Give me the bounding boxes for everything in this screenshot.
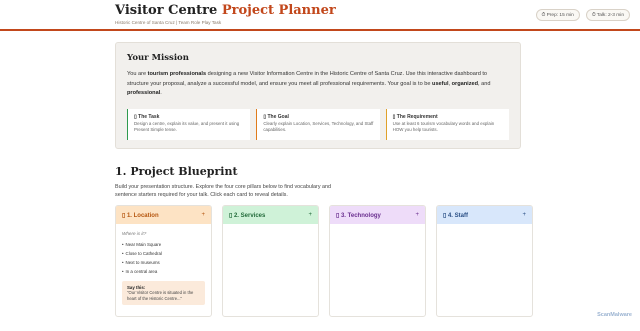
- list-item: Next to museums: [122, 258, 205, 267]
- list-item: Near Main Square: [122, 240, 205, 249]
- list-item: Close to Cathedral: [122, 249, 205, 258]
- mission-heading: Your Mission: [127, 53, 189, 63]
- expand-icon[interactable]: +: [415, 212, 419, 218]
- pillar-location-body: Where is it? Near Main Square Close to C…: [116, 224, 211, 312]
- say-this-box: Say this: "Our Visitor Centre is situate…: [122, 281, 205, 306]
- expand-icon[interactable]: +: [522, 212, 526, 218]
- pillar-location[interactable]: ▯ 1. Location + Where is it? Near Main S…: [115, 205, 212, 317]
- pillar-staff-header[interactable]: ▯ 4. Staff +: [437, 206, 532, 224]
- goal-card: ▯ The Goal Clearly explain Location, Ser…: [256, 108, 380, 140]
- watermark: ScanMalware: [597, 312, 632, 318]
- blueprint-section: 1. Project Blueprint Build your presenta…: [115, 165, 525, 199]
- pillar-services-label: ▯ 2. Services: [229, 212, 266, 219]
- pillar-technology[interactable]: ▯ 3. Technology +: [329, 205, 426, 317]
- expand-icon[interactable]: +: [201, 212, 205, 218]
- brand: Visitor Centre Project Planner Historic …: [115, 3, 336, 26]
- list-item: In a central area: [122, 267, 205, 276]
- page-subtitle: Historic Centre of Santa Cruz | Team Rol…: [115, 20, 222, 25]
- task-card: ▯ The Task Design a centre, explain its …: [127, 108, 251, 140]
- location-vocab-list: Near Main Square Close to Cathedral Next…: [122, 240, 205, 276]
- blueprint-intro: Build your presentation structure. Explo…: [115, 184, 332, 198]
- pillar-location-label: ▯ 1. Location: [122, 212, 159, 219]
- pillar-cards: ▯ 1. Location + Where is it? Near Main S…: [115, 205, 533, 317]
- expand-icon[interactable]: +: [308, 212, 312, 218]
- mission-panel: Your Mission You are tourism professiona…: [115, 42, 521, 149]
- blueprint-heading: 1. Project Blueprint: [115, 165, 238, 178]
- header: Visitor Centre Project Planner Historic …: [0, 0, 640, 31]
- pillar-services[interactable]: ▯ 2. Services +: [222, 205, 319, 317]
- location-question: Where is it?: [122, 231, 147, 236]
- pillar-location-header[interactable]: ▯ 1. Location +: [116, 206, 211, 224]
- pillar-staff[interactable]: ▯ 4. Staff +: [436, 205, 533, 317]
- mission-cards: ▯ The Task Design a centre, explain its …: [127, 108, 509, 140]
- mission-text: You are tourism professionals designing …: [127, 71, 491, 97]
- pillar-technology-header[interactable]: ▯ 3. Technology +: [330, 206, 425, 224]
- pillar-staff-label: ▯ 4. Staff: [443, 212, 468, 219]
- talk-time-badge: ⏱ Talk: 2-3 min: [585, 8, 630, 21]
- time-badges: ⏱ Prep: 15 min ⏱ Talk: 2-3 min: [535, 8, 630, 21]
- prep-time-badge: ⏱ Prep: 15 min: [535, 8, 580, 21]
- pillar-technology-label: ▯ 3. Technology: [336, 212, 381, 219]
- page-title: Visitor Centre Project Planner: [115, 3, 336, 18]
- requirement-card: ▯ The Requirement Use at least 6 tourism…: [385, 108, 509, 140]
- pillar-services-header[interactable]: ▯ 2. Services +: [223, 206, 318, 224]
